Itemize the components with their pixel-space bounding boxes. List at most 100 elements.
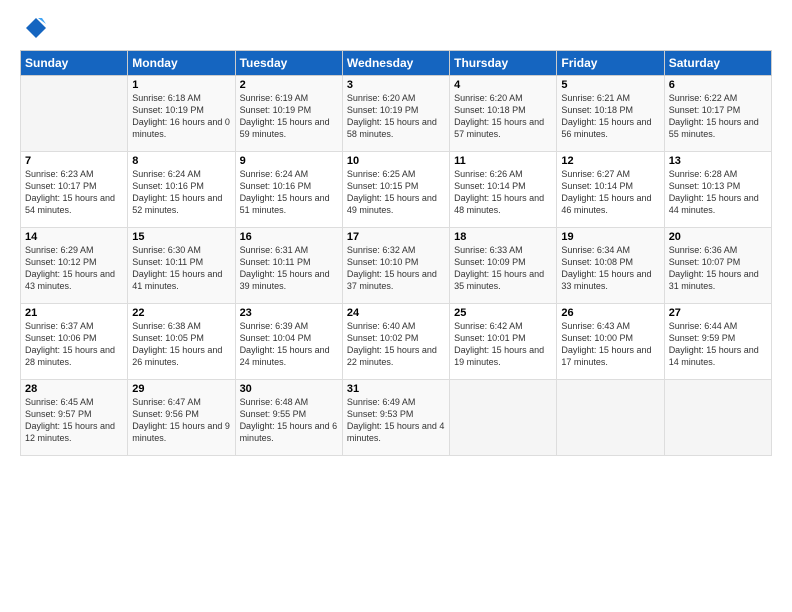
- calendar-cell: 26Sunrise: 6:43 AMSunset: 10:00 PMDaylig…: [557, 304, 664, 380]
- day-number: 4: [454, 79, 552, 91]
- day-info: Sunrise: 6:21 AMSunset: 10:18 PMDaylight…: [561, 92, 659, 141]
- day-header-thursday: Thursday: [450, 51, 557, 76]
- calendar-cell: 13Sunrise: 6:28 AMSunset: 10:13 PMDaylig…: [664, 152, 771, 228]
- day-info: Sunrise: 6:38 AMSunset: 10:05 PMDaylight…: [132, 320, 230, 369]
- calendar-week-5: 28Sunrise: 6:45 AMSunset: 9:57 PMDayligh…: [21, 380, 772, 456]
- calendar-week-1: 1Sunrise: 6:18 AMSunset: 10:19 PMDayligh…: [21, 76, 772, 152]
- day-number: 13: [669, 155, 767, 167]
- calendar-cell: 30Sunrise: 6:48 AMSunset: 9:55 PMDayligh…: [235, 380, 342, 456]
- day-header-tuesday: Tuesday: [235, 51, 342, 76]
- day-number: 29: [132, 383, 230, 395]
- header: [20, 16, 772, 40]
- day-number: 28: [25, 383, 123, 395]
- calendar-table: SundayMondayTuesdayWednesdayThursdayFrid…: [20, 50, 772, 456]
- day-number: 23: [240, 307, 338, 319]
- calendar-cell: 8Sunrise: 6:24 AMSunset: 10:16 PMDayligh…: [128, 152, 235, 228]
- calendar-cell: 17Sunrise: 6:32 AMSunset: 10:10 PMDaylig…: [342, 228, 449, 304]
- day-info: Sunrise: 6:22 AMSunset: 10:17 PMDaylight…: [669, 92, 767, 141]
- day-header-sunday: Sunday: [21, 51, 128, 76]
- day-info: Sunrise: 6:33 AMSunset: 10:09 PMDaylight…: [454, 244, 552, 293]
- day-info: Sunrise: 6:31 AMSunset: 10:11 PMDaylight…: [240, 244, 338, 293]
- day-number: 20: [669, 231, 767, 243]
- day-number: 18: [454, 231, 552, 243]
- day-info: Sunrise: 6:36 AMSunset: 10:07 PMDaylight…: [669, 244, 767, 293]
- calendar-cell: 28Sunrise: 6:45 AMSunset: 9:57 PMDayligh…: [21, 380, 128, 456]
- calendar-cell: 4Sunrise: 6:20 AMSunset: 10:18 PMDayligh…: [450, 76, 557, 152]
- day-info: Sunrise: 6:32 AMSunset: 10:10 PMDaylight…: [347, 244, 445, 293]
- calendar-cell: 27Sunrise: 6:44 AMSunset: 9:59 PMDayligh…: [664, 304, 771, 380]
- calendar-cell: [664, 380, 771, 456]
- day-info: Sunrise: 6:47 AMSunset: 9:56 PMDaylight:…: [132, 396, 230, 445]
- day-number: 9: [240, 155, 338, 167]
- day-info: Sunrise: 6:29 AMSunset: 10:12 PMDaylight…: [25, 244, 123, 293]
- day-info: Sunrise: 6:19 AMSunset: 10:19 PMDaylight…: [240, 92, 338, 141]
- calendar-cell: 15Sunrise: 6:30 AMSunset: 10:11 PMDaylig…: [128, 228, 235, 304]
- calendar-cell: 29Sunrise: 6:47 AMSunset: 9:56 PMDayligh…: [128, 380, 235, 456]
- day-info: Sunrise: 6:37 AMSunset: 10:06 PMDaylight…: [25, 320, 123, 369]
- day-number: 2: [240, 79, 338, 91]
- logo-icon: [24, 16, 48, 40]
- calendar-cell: 14Sunrise: 6:29 AMSunset: 10:12 PMDaylig…: [21, 228, 128, 304]
- day-number: 31: [347, 383, 445, 395]
- calendar-cell: 7Sunrise: 6:23 AMSunset: 10:17 PMDayligh…: [21, 152, 128, 228]
- calendar-cell: 21Sunrise: 6:37 AMSunset: 10:06 PMDaylig…: [21, 304, 128, 380]
- day-number: 8: [132, 155, 230, 167]
- calendar-cell: 31Sunrise: 6:49 AMSunset: 9:53 PMDayligh…: [342, 380, 449, 456]
- day-number: 17: [347, 231, 445, 243]
- calendar-header-row: SundayMondayTuesdayWednesdayThursdayFrid…: [21, 51, 772, 76]
- calendar-cell: 19Sunrise: 6:34 AMSunset: 10:08 PMDaylig…: [557, 228, 664, 304]
- calendar-cell: 24Sunrise: 6:40 AMSunset: 10:02 PMDaylig…: [342, 304, 449, 380]
- calendar-cell: 10Sunrise: 6:25 AMSunset: 10:15 PMDaylig…: [342, 152, 449, 228]
- day-info: Sunrise: 6:18 AMSunset: 10:19 PMDaylight…: [132, 92, 230, 141]
- day-number: 11: [454, 155, 552, 167]
- day-header-wednesday: Wednesday: [342, 51, 449, 76]
- day-info: Sunrise: 6:44 AMSunset: 9:59 PMDaylight:…: [669, 320, 767, 369]
- calendar-cell: [21, 76, 128, 152]
- calendar-cell: [450, 380, 557, 456]
- calendar-week-3: 14Sunrise: 6:29 AMSunset: 10:12 PMDaylig…: [21, 228, 772, 304]
- day-info: Sunrise: 6:23 AMSunset: 10:17 PMDaylight…: [25, 168, 123, 217]
- day-info: Sunrise: 6:28 AMSunset: 10:13 PMDaylight…: [669, 168, 767, 217]
- day-number: 6: [669, 79, 767, 91]
- calendar-cell: 18Sunrise: 6:33 AMSunset: 10:09 PMDaylig…: [450, 228, 557, 304]
- calendar-cell: 2Sunrise: 6:19 AMSunset: 10:19 PMDayligh…: [235, 76, 342, 152]
- day-number: 27: [669, 307, 767, 319]
- day-number: 22: [132, 307, 230, 319]
- day-info: Sunrise: 6:26 AMSunset: 10:14 PMDaylight…: [454, 168, 552, 217]
- calendar-cell: 9Sunrise: 6:24 AMSunset: 10:16 PMDayligh…: [235, 152, 342, 228]
- calendar-week-4: 21Sunrise: 6:37 AMSunset: 10:06 PMDaylig…: [21, 304, 772, 380]
- calendar-cell: 12Sunrise: 6:27 AMSunset: 10:14 PMDaylig…: [557, 152, 664, 228]
- day-info: Sunrise: 6:39 AMSunset: 10:04 PMDaylight…: [240, 320, 338, 369]
- day-number: 12: [561, 155, 659, 167]
- day-number: 7: [25, 155, 123, 167]
- calendar-cell: 20Sunrise: 6:36 AMSunset: 10:07 PMDaylig…: [664, 228, 771, 304]
- calendar-cell: 23Sunrise: 6:39 AMSunset: 10:04 PMDaylig…: [235, 304, 342, 380]
- day-info: Sunrise: 6:20 AMSunset: 10:19 PMDaylight…: [347, 92, 445, 141]
- day-number: 24: [347, 307, 445, 319]
- calendar-cell: 16Sunrise: 6:31 AMSunset: 10:11 PMDaylig…: [235, 228, 342, 304]
- day-info: Sunrise: 6:24 AMSunset: 10:16 PMDaylight…: [132, 168, 230, 217]
- day-info: Sunrise: 6:30 AMSunset: 10:11 PMDaylight…: [132, 244, 230, 293]
- day-info: Sunrise: 6:43 AMSunset: 10:00 PMDaylight…: [561, 320, 659, 369]
- day-number: 25: [454, 307, 552, 319]
- day-info: Sunrise: 6:45 AMSunset: 9:57 PMDaylight:…: [25, 396, 123, 445]
- day-info: Sunrise: 6:25 AMSunset: 10:15 PMDaylight…: [347, 168, 445, 217]
- day-number: 10: [347, 155, 445, 167]
- calendar-cell: 25Sunrise: 6:42 AMSunset: 10:01 PMDaylig…: [450, 304, 557, 380]
- calendar-cell: 22Sunrise: 6:38 AMSunset: 10:05 PMDaylig…: [128, 304, 235, 380]
- day-header-saturday: Saturday: [664, 51, 771, 76]
- day-info: Sunrise: 6:48 AMSunset: 9:55 PMDaylight:…: [240, 396, 338, 445]
- day-number: 21: [25, 307, 123, 319]
- day-number: 30: [240, 383, 338, 395]
- calendar-cell: [557, 380, 664, 456]
- day-number: 3: [347, 79, 445, 91]
- day-number: 16: [240, 231, 338, 243]
- day-number: 14: [25, 231, 123, 243]
- day-header-monday: Monday: [128, 51, 235, 76]
- day-info: Sunrise: 6:49 AMSunset: 9:53 PMDaylight:…: [347, 396, 445, 445]
- day-number: 19: [561, 231, 659, 243]
- day-number: 5: [561, 79, 659, 91]
- calendar-week-2: 7Sunrise: 6:23 AMSunset: 10:17 PMDayligh…: [21, 152, 772, 228]
- calendar-cell: 6Sunrise: 6:22 AMSunset: 10:17 PMDayligh…: [664, 76, 771, 152]
- day-number: 1: [132, 79, 230, 91]
